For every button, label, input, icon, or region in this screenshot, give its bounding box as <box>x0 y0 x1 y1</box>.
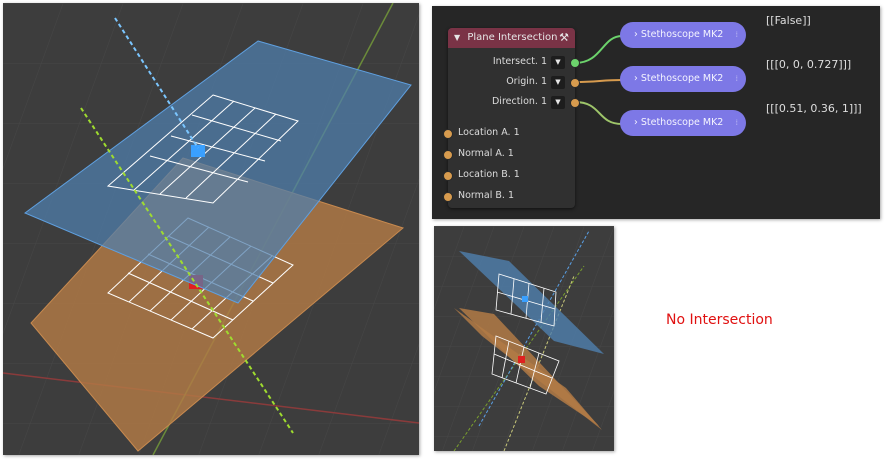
stethoscope-node-3[interactable]: › Stethoscope MK2 ⁞ <box>620 110 746 136</box>
node-title: Plane Intersection <box>467 32 558 43</box>
origin-marker-a <box>522 296 528 302</box>
viewport-small-scene <box>434 226 614 451</box>
socket-location-a-in[interactable] <box>443 129 453 139</box>
viewport-main-scene <box>3 3 419 455</box>
chevron-down-icon[interactable]: ▼ <box>454 28 460 48</box>
origin-marker-b <box>518 356 525 363</box>
output-origin[interactable]: Origin. 1 ▼ <box>506 74 565 90</box>
stethoscope-label: Stethoscope MK2 <box>640 117 724 128</box>
chevron-right-icon[interactable]: › <box>634 73 638 84</box>
no-intersection-caption: No Intersection <box>666 312 773 328</box>
readout-origin: [[[0, 0, 0.727]]] <box>766 58 852 71</box>
stethoscope-label: Stethoscope MK2 <box>640 73 724 84</box>
plane-intersection-node[interactable]: ▼ Plane Intersection ⚒ Intersect. 1 ▼ Or… <box>443 28 580 208</box>
dropdown-arrow-icon[interactable]: ▼ <box>551 55 565 69</box>
readout-intersect: [[False]] <box>766 14 811 27</box>
input-location-a: Location A. 1 <box>458 127 520 138</box>
stethoscope-node-1[interactable]: › Stethoscope MK2 ⁞ <box>620 22 746 48</box>
input-location-b: Location B. 1 <box>458 169 520 180</box>
input-normal-a: Normal A. 1 <box>458 148 514 159</box>
stethoscope-node-2[interactable]: › Stethoscope MK2 ⁞ <box>620 66 746 92</box>
grip-icon[interactable]: ⁞ <box>735 110 738 136</box>
origin-marker-a <box>191 145 205 157</box>
grip-icon[interactable]: ⁞ <box>735 22 738 48</box>
socket-location-b-in[interactable] <box>443 171 453 181</box>
output-label: Direction. 1 <box>491 96 547 107</box>
grip-icon[interactable]: ⁞ <box>735 66 738 92</box>
socket-direction-out[interactable] <box>570 98 580 108</box>
socket-normal-b-in[interactable] <box>443 192 453 202</box>
output-label: Origin. 1 <box>506 76 547 87</box>
input-normal-b: Normal B. 1 <box>458 190 514 201</box>
node-editor[interactable]: ▼ Plane Intersection ⚒ Intersect. 1 ▼ Or… <box>432 6 880 219</box>
socket-intersect-out[interactable] <box>570 58 580 68</box>
output-intersect[interactable]: Intersect. 1 ▼ <box>493 54 565 70</box>
viewport-main[interactable] <box>3 3 419 455</box>
dropdown-arrow-icon[interactable]: ▼ <box>551 75 565 89</box>
chevron-right-icon[interactable]: › <box>634 29 638 40</box>
socket-origin-out[interactable] <box>570 78 580 88</box>
viewport-small[interactable] <box>434 226 614 451</box>
output-direction[interactable]: Direction. 1 ▼ <box>492 94 565 110</box>
node-header[interactable]: ▼ Plane Intersection ⚒ <box>448 28 575 48</box>
output-label: Intersect. 1 <box>492 56 547 67</box>
dropdown-arrow-icon[interactable]: ▼ <box>551 95 565 109</box>
socket-normal-a-in[interactable] <box>443 150 453 160</box>
readout-direction: [[[0.51, 0.36, 1]]] <box>766 102 862 115</box>
wrench-icon[interactable]: ⚒ <box>559 28 569 48</box>
chevron-right-icon[interactable]: › <box>634 117 638 128</box>
stethoscope-label: Stethoscope MK2 <box>640 29 724 40</box>
